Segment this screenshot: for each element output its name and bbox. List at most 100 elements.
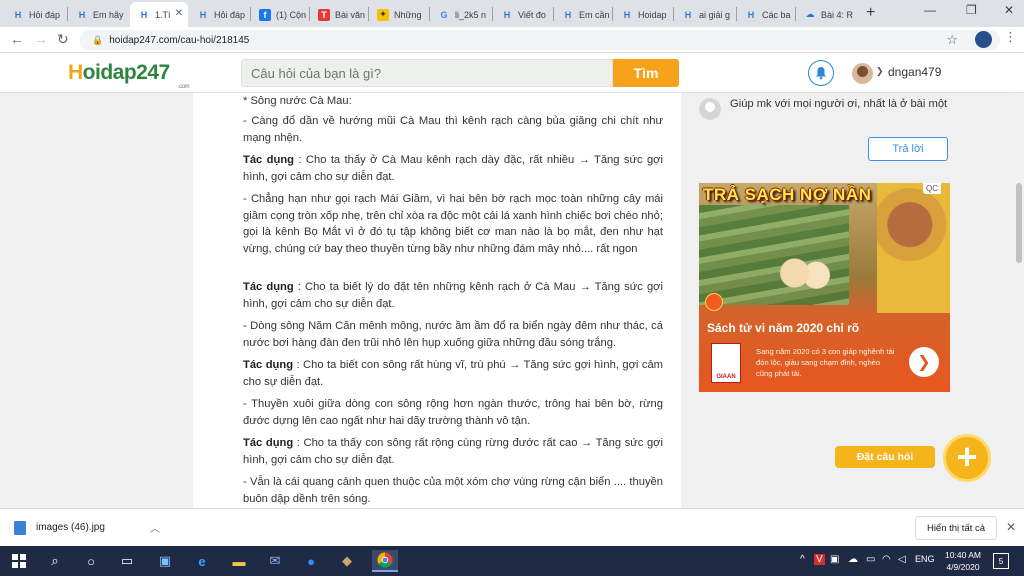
browser-tab[interactable]: ☁ Bài 4: R bbox=[796, 2, 856, 27]
hoidap-favicon-icon: H bbox=[747, 9, 755, 20]
ad-choices-label[interactable]: QC bbox=[923, 183, 941, 194]
app-icon[interactable]: ◆ bbox=[336, 550, 358, 572]
ad-logo: GIAAN bbox=[711, 343, 741, 383]
answer-paragraph: - Vẫn là cái quang cảnh quen thuộc của m… bbox=[243, 476, 663, 505]
commenter-avatar bbox=[699, 98, 721, 120]
close-tab-icon[interactable]: ✕ bbox=[175, 8, 183, 19]
yellow-favicon-icon: ✦ bbox=[377, 8, 389, 21]
hoidap-favicon-icon: H bbox=[14, 9, 22, 20]
browser-tab[interactable]: Hai giải g bbox=[674, 2, 736, 27]
tray-v-icon[interactable]: V bbox=[814, 554, 825, 565]
hoidap-favicon-icon: H bbox=[78, 9, 86, 20]
new-tab-icon[interactable]: + bbox=[866, 4, 875, 22]
back-arrow-icon[interactable]: ← bbox=[10, 31, 24, 47]
menu-kebab-icon[interactable]: ⋮ bbox=[1004, 29, 1017, 45]
language-indicator[interactable]: ENG bbox=[915, 554, 935, 564]
search-input[interactable]: Câu hỏi của bạn là gì? bbox=[241, 59, 613, 87]
download-file-name[interactable]: images (46).jpg bbox=[36, 522, 105, 533]
ad-chevron-right-icon[interactable]: ❯ bbox=[909, 347, 939, 377]
answer-content: * Sông nước Cà Mau: - Càng đổ dần về hướ… bbox=[193, 93, 681, 508]
browser-tab[interactable]: H Em hãy bbox=[68, 2, 128, 27]
advertisement-banner[interactable]: TRẢ SẠCH NỢ NẦN QC Sách tử vi năm 2020 c… bbox=[699, 183, 950, 392]
clock[interactable]: 10:40 AM 4/9/2020 bbox=[942, 549, 984, 573]
google-favicon-icon: G bbox=[440, 9, 448, 20]
profile-avatar[interactable] bbox=[975, 31, 992, 48]
bell-icon[interactable] bbox=[808, 60, 834, 86]
browser-tab[interactable]: H Hoidap bbox=[613, 2, 673, 27]
battery-icon[interactable]: ▭ bbox=[866, 554, 875, 565]
tray-arrow-icon[interactable]: ^ bbox=[800, 554, 805, 565]
browser-tab[interactable]: ✦ Những bbox=[369, 2, 429, 27]
site-header: Hoidap247 .com Câu hỏi của bạn là gì? Tì… bbox=[0, 53, 1024, 93]
chevron-down-icon[interactable]: ❯ bbox=[876, 66, 884, 77]
ad-subtitle: Sách tử vi năm 2020 chỉ rõ bbox=[707, 321, 860, 335]
ad-headline: TRẢ SẠCH NỢ NẦN bbox=[703, 185, 872, 204]
username[interactable]: dngan479 bbox=[888, 65, 941, 79]
bookmark-star-icon[interactable]: ☆ bbox=[946, 32, 958, 48]
notification-center-icon[interactable]: 5 bbox=[993, 553, 1009, 569]
windows-taskbar: ⌕ ○ ▭ ▣ e ▬ ✉ ● ◆ ^ V ▣ ☁ ▭ ◠ ◁ ENG 10:4… bbox=[0, 546, 1024, 576]
browser-tab[interactable]: H Viết đo bbox=[493, 2, 553, 27]
close-window-icon[interactable]: ✕ bbox=[1004, 3, 1014, 17]
task-view-multi-icon[interactable]: ▭ bbox=[116, 550, 138, 572]
ask-question-plus-icon[interactable]: + bbox=[943, 434, 991, 482]
browser-tab[interactable]: T Bài văn bbox=[310, 2, 368, 27]
page-scrollbar[interactable] bbox=[1014, 93, 1024, 508]
answer-paragraph: Tác dụng : Cho ta thấy con sông rất rộng… bbox=[243, 437, 663, 466]
download-shelf: images (46).jpg ︿ Hiển thị tất cả ✕ bbox=[0, 508, 1024, 546]
site-logo[interactable]: Hoidap247 .com bbox=[68, 61, 190, 90]
close-shelf-icon[interactable]: ✕ bbox=[1006, 520, 1016, 534]
hoidap-favicon-icon: H bbox=[140, 9, 148, 20]
task-view-icon[interactable]: ○ bbox=[80, 550, 102, 572]
image-file-icon bbox=[14, 521, 26, 535]
browser-tab-active[interactable]: H 1.Tì ✕ bbox=[130, 2, 188, 27]
tray-cloud-icon[interactable]: ☁ bbox=[848, 554, 858, 565]
forward-arrow-icon[interactable]: → bbox=[34, 31, 48, 47]
hoidap-favicon-icon: H bbox=[564, 9, 572, 20]
ad-badge-icon bbox=[705, 293, 723, 311]
store-icon[interactable]: ▣ bbox=[154, 550, 176, 572]
url-text: hoidap247.com/cau-hoi/218145 bbox=[109, 34, 250, 46]
file-explorer-icon[interactable]: ▬ bbox=[228, 550, 250, 572]
chrome-icon[interactable] bbox=[372, 550, 398, 572]
answer-paragraph: Tác dụng : Cho ta thấy ở Cà Mau kênh rạc… bbox=[243, 154, 663, 183]
browser-tab[interactable]: H Hỏi đáp bbox=[189, 2, 249, 27]
show-all-downloads-button[interactable]: Hiển thị tất cả bbox=[915, 516, 997, 540]
t-favicon-icon: T bbox=[318, 8, 330, 21]
edge-icon[interactable]: e bbox=[191, 550, 213, 572]
answer-paragraph: - Thuyền xuôi giữa dòng con sông rộng hơ… bbox=[243, 398, 663, 427]
answer-paragraph: Tác dụng : Cho ta biết con sông rất hùng… bbox=[243, 359, 663, 388]
hoidap-favicon-icon: H bbox=[623, 9, 631, 20]
browser-tab[interactable]: H Hỏi đáp bbox=[4, 2, 66, 27]
minimize-icon[interactable]: — bbox=[924, 3, 936, 17]
search-button[interactable]: Tìm bbox=[613, 59, 679, 87]
ask-question-label[interactable]: Đặt câu hỏi bbox=[835, 446, 935, 468]
browser-tab[interactable]: Gli_2k5 n bbox=[430, 2, 492, 27]
answer-paragraph: Tác dụng : Cho ta biết lý do đặt tên nhữ… bbox=[243, 281, 663, 310]
facebook-favicon-icon: f bbox=[259, 8, 271, 21]
right-sidebar: Giúp mk với mọi người ơi, nhất là ở bài … bbox=[681, 93, 1024, 508]
scrollbar-thumb[interactable] bbox=[1016, 183, 1022, 263]
reply-button[interactable]: Trả lời bbox=[868, 137, 948, 161]
browser-toolbar: ← → ↻ 🔒 hoidap247.com/cau-hoi/218145 ☆ bbox=[0, 27, 1024, 53]
reload-icon[interactable]: ↻ bbox=[57, 31, 69, 48]
browser-tab[interactable]: f (1) Cộn bbox=[251, 2, 309, 27]
browser-tab[interactable]: H Các ba bbox=[737, 2, 795, 27]
windows-start-icon[interactable] bbox=[8, 550, 30, 572]
browser-tab[interactable]: H Em cần bbox=[554, 2, 612, 27]
chevron-up-icon[interactable]: ︿ bbox=[150, 520, 160, 535]
cloud-favicon-icon: ☁ bbox=[805, 9, 815, 19]
volume-icon[interactable]: ◁ bbox=[898, 554, 906, 565]
search-icon[interactable]: ⌕ bbox=[44, 550, 66, 572]
zoom-icon[interactable]: ● bbox=[300, 550, 322, 572]
tray-app-icon[interactable]: ▣ bbox=[830, 554, 839, 565]
browser-tab-strip: H Hỏi đáp H Em hãy H 1.Tì ✕ H Hỏi đáp f (1) Cộ… bbox=[0, 0, 1024, 27]
wifi-icon[interactable]: ◠ bbox=[882, 554, 891, 565]
ad-description: Sang năm 2020 có 3 con giáp nghênh tài đ… bbox=[756, 347, 895, 378]
answer-paragraph: - Chẳng hạn như gọi rạch Mái Giầm, vì ha… bbox=[243, 193, 663, 255]
mail-icon[interactable]: ✉ bbox=[264, 550, 286, 572]
answer-paragraph: - Càng đổ dần về hướng mũi Cà Mau thì kê… bbox=[243, 115, 663, 144]
restore-icon[interactable]: ❐ bbox=[966, 3, 977, 17]
address-bar[interactable]: 🔒 hoidap247.com/cau-hoi/218145 ☆ bbox=[80, 30, 1000, 50]
user-avatar[interactable] bbox=[852, 63, 873, 84]
